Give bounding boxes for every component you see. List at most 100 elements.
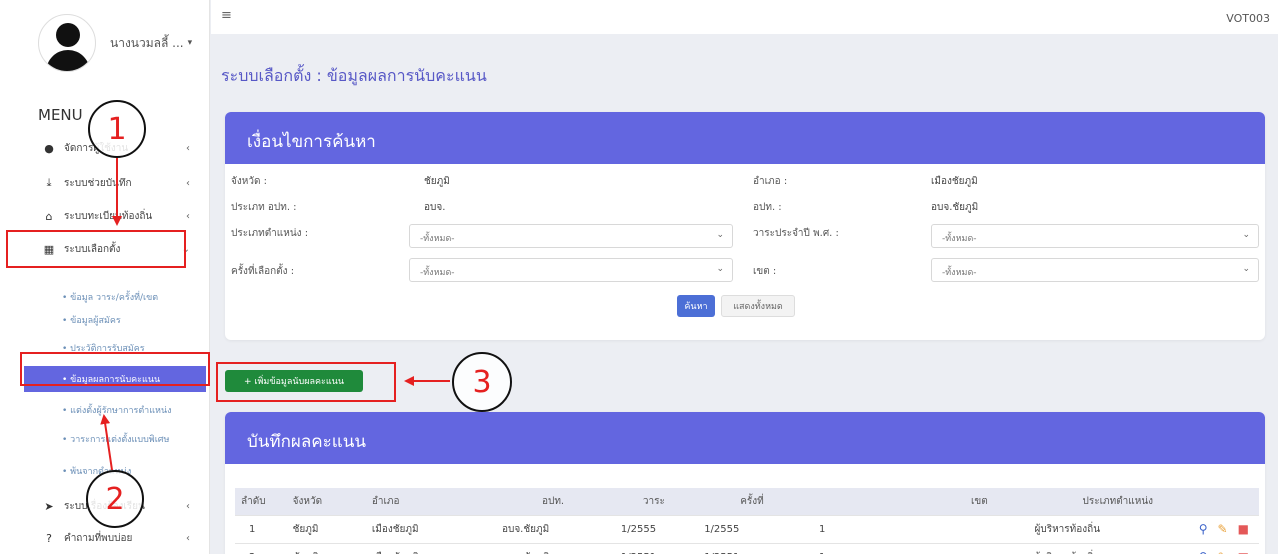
sidebar-item-record-helper[interactable]: ⤓ ระบบช่วยบันทึก ‹ xyxy=(0,167,210,199)
cell-term: 1/2551 xyxy=(612,542,697,554)
annotation-step-3: 3 xyxy=(452,352,512,412)
edit-icon[interactable]: ✎ xyxy=(1218,522,1228,536)
cell-no: 2 xyxy=(235,542,283,554)
sidebar-sub-acting-appointment[interactable]: • แต่งตั้งผู้รักษาการตำแหน่ง xyxy=(0,397,210,423)
province-label: จังหวัด : xyxy=(231,176,267,187)
download-icon: ⤓ xyxy=(46,176,52,189)
zone-selected: -ทั้งหมด- xyxy=(942,268,977,278)
chevron-left-icon: ‹ xyxy=(186,500,190,512)
sidebar-item-local-registry[interactable]: ⌂ ระบบทะเบียนท้องถิ่น ‹ xyxy=(0,200,210,232)
search-button[interactable]: ค้นหา xyxy=(677,295,715,317)
chevron-down-icon: ⌄ xyxy=(716,230,724,240)
column-header: จังหวัด xyxy=(282,488,356,515)
search-panel-title: เงื่อนไขการค้นหา xyxy=(225,112,1265,164)
annotation-step-1: 1 xyxy=(88,100,146,158)
chevron-down-icon: ⌄ xyxy=(716,264,724,274)
column-header: ประเภทตำแหน่ง xyxy=(1010,488,1199,515)
topbar: ≡ VOT003 xyxy=(211,0,1278,34)
cell-zone: 1 xyxy=(811,542,1011,554)
row-actions: ⚲ ✎ ■ xyxy=(1198,514,1259,543)
column-header xyxy=(1198,488,1259,515)
chevron-left-icon: ‹ xyxy=(186,142,190,154)
search-panel: เงื่อนไขการค้นหา จังหวัด : ชัยภูมิ อำเภอ… xyxy=(225,112,1265,340)
cell-position: ผู้บริหารท้องถิ่น xyxy=(1010,542,1199,554)
chevron-left-icon: ‹ xyxy=(186,532,190,544)
election-no-selected: -ทั้งหมด- xyxy=(420,268,455,278)
district-label: อำเภอ : xyxy=(753,176,788,187)
zone-label: เขต : xyxy=(753,266,777,277)
org-value: อบจ.ชัยภูมิ xyxy=(931,202,979,213)
results-panel: บันทึกผลคะแนน ลำดับ จังหวัด อำเภอ อปท. ว… xyxy=(225,412,1265,554)
term-year-selected: -ทั้งหมด- xyxy=(942,234,977,244)
column-header: เขต xyxy=(811,488,1011,515)
results-table: ลำดับ จังหวัด อำเภอ อปท. วาระ ครั้งที่ เ… xyxy=(235,488,1259,554)
cell-round: 1/2555 xyxy=(696,514,811,543)
edit-icon[interactable]: ✎ xyxy=(1218,550,1228,554)
main-content: ≡ VOT003 ระบบเลือกตั้ง : ข้อมูลผลการนับค… xyxy=(211,0,1278,554)
user-icon: ● xyxy=(44,141,54,155)
show-all-button[interactable]: แสดงทั้งหมด xyxy=(721,295,795,317)
annotation-box-vote-results xyxy=(20,352,210,386)
page-title: ระบบเลือกตั้ง : ข้อมูลผลการนับคะแนน xyxy=(221,66,487,85)
term-year-label: วาระประจำปี พ.ศ. : xyxy=(753,228,839,239)
position-type-label: ประเภทตำแหน่ง : xyxy=(231,228,309,239)
sidebar-item-faq[interactable]: ? คำถามที่พบบ่อย ‹ xyxy=(0,522,210,554)
province-value: ชัยภูมิ xyxy=(424,176,450,187)
cell-zone: 1 xyxy=(811,514,1011,543)
position-type-select[interactable]: -ทั้งหมด- ⌄ xyxy=(409,224,733,248)
position-type-selected: -ทั้งหมด- xyxy=(420,234,455,244)
zone-select[interactable]: -ทั้งหมด- ⌄ xyxy=(931,258,1259,282)
avatar xyxy=(38,14,96,72)
table-header: ลำดับ จังหวัด อำเภอ อปท. วาระ ครั้งที่ เ… xyxy=(235,488,1259,515)
view-icon[interactable]: ⚲ xyxy=(1199,522,1208,536)
org-type-label: ประเภท อปท. : xyxy=(231,202,297,213)
cell-term: 1/2555 xyxy=(612,514,697,543)
table-row: 1 ชัยภูมิ เมืองชัยภูมิ อบจ.ชัยภูมิ 1/255… xyxy=(235,514,1259,543)
term-year-select[interactable]: -ทั้งหมด- ⌄ xyxy=(931,224,1259,248)
cell-org: อบจ.ชัยภูมิ xyxy=(485,514,613,543)
org-type-value: อบจ. xyxy=(424,202,446,213)
column-header: อำเภอ xyxy=(355,488,486,515)
column-header: อปท. xyxy=(485,488,613,515)
hamburger-menu-icon[interactable]: ≡ xyxy=(221,8,232,23)
cell-org: อบจ.ชัยภูมิ xyxy=(485,542,613,554)
annotation-box-election-menu xyxy=(6,230,186,268)
sidebar-sub-special-term[interactable]: • วาระการแต่งตั้งแบบพิเศษ xyxy=(0,426,210,452)
column-header: ลำดับ xyxy=(235,488,283,515)
cell-round: 1/2551 xyxy=(696,542,811,554)
cell-position: ผู้บริหารท้องถิ่น xyxy=(1010,514,1199,543)
chevron-down-icon: ⌄ xyxy=(1242,264,1250,274)
election-no-select[interactable]: -ทั้งหมด- ⌄ xyxy=(409,258,733,282)
cell-district: เมืองชัยภูมิ xyxy=(355,542,486,554)
sidebar-item-label: คำถามที่พบบ่อย xyxy=(64,532,133,544)
caret-down-icon[interactable]: ▾ xyxy=(188,38,193,48)
view-icon[interactable]: ⚲ xyxy=(1199,550,1208,554)
sidebar-item-label: ระบบช่วยบันทึก xyxy=(64,177,132,189)
menu-title: MENU xyxy=(38,106,83,124)
chevron-down-icon: ⌄ xyxy=(1242,230,1250,240)
sidebar-item-label: ระบบทะเบียนท้องถิ่น xyxy=(64,210,153,222)
cell-province: ชัยภูมิ xyxy=(282,542,356,554)
annotation-step-2: 2 xyxy=(86,470,144,528)
cell-district: เมืองชัยภูมิ xyxy=(355,514,486,543)
chevron-left-icon: ‹ xyxy=(186,177,190,189)
election-no-label: ครั้งที่เลือกตั้ง : xyxy=(231,266,295,277)
sidebar-sub-candidates[interactable]: • ข้อมูลผู้สมัคร xyxy=(0,307,210,333)
annotation-box-add-button xyxy=(216,362,396,402)
table-row: 2 ชัยภูมิ เมืองชัยภูมิ อบจ.ชัยภูมิ 1/255… xyxy=(235,542,1259,554)
cell-province: ชัยภูมิ xyxy=(282,514,356,543)
delete-icon[interactable]: ■ xyxy=(1238,550,1249,554)
delete-icon[interactable]: ■ xyxy=(1238,522,1249,536)
district-value: เมืองชัยภูมิ xyxy=(931,176,978,187)
results-panel-title: บันทึกผลคะแนน xyxy=(225,412,1265,464)
chevron-left-icon: ‹ xyxy=(186,210,190,222)
institution-icon: ⌂ xyxy=(45,209,53,223)
row-actions: ⚲ ✎ ■ xyxy=(1198,542,1259,554)
profile-name: นางนวมลลี้ ... xyxy=(110,35,184,50)
page-code: VOT003 xyxy=(1226,12,1270,25)
question-icon: ? xyxy=(46,531,52,545)
org-label: อปท. : xyxy=(753,202,782,213)
column-header: วาระ xyxy=(612,488,697,515)
user-profile[interactable]: นางนวมลลี้ ... ▾ xyxy=(38,14,192,72)
column-header: ครั้งที่ xyxy=(696,488,811,515)
